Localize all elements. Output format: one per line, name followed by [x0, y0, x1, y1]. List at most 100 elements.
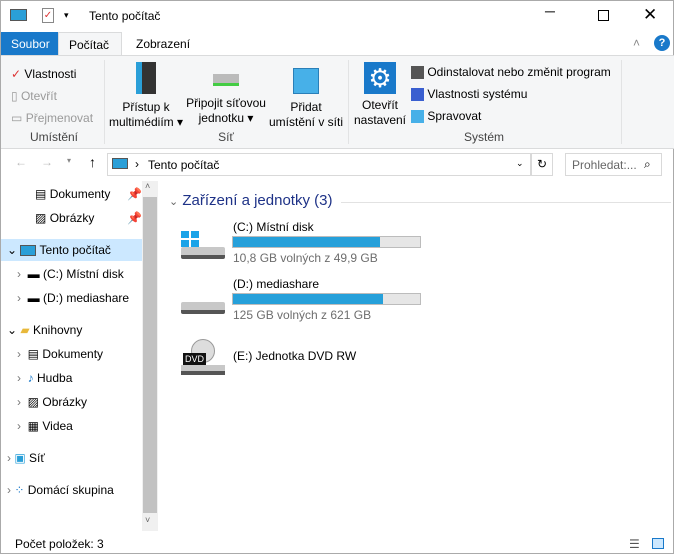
sidebar-item-music[interactable]: › ♪ Hudba	[17, 367, 72, 389]
open-settings-button[interactable]: ⚙ Otevřít nastavení	[353, 62, 407, 128]
search-icon: ⌕	[644, 157, 651, 171]
sidebar-label: (D:) mediashare	[43, 291, 130, 305]
music-icon: ♪	[27, 371, 34, 385]
details-view-button[interactable]: ☰	[629, 533, 640, 555]
tab-view[interactable]: Zobrazení	[126, 32, 200, 56]
rename-button[interactable]: ▭ Přejmenovat	[11, 107, 93, 129]
large-icons-view-button[interactable]	[652, 538, 664, 549]
dvd-drive-icon	[181, 365, 225, 375]
properties-quick-icon[interactable]: ✓	[42, 8, 54, 23]
drive-item-d[interactable]: (D:) mediashare 125 GB volných z 621 GB	[179, 274, 429, 324]
open-icon: ▯	[11, 89, 18, 103]
minimize-button[interactable]: ─	[545, 3, 575, 19]
sidebar-item-c-drive[interactable]: › ▬ (C:) Místní disk	[17, 263, 124, 285]
close-button[interactable]: ✕	[643, 5, 657, 25]
group-network-label: Síť	[218, 130, 234, 144]
map-network-drive-button[interactable]: Připojit síťovou jednotku ▾	[184, 62, 268, 126]
forward-button[interactable]: →	[41, 155, 53, 169]
uninstall-label: Odinstalovat nebo změnit program	[427, 65, 611, 79]
maximize-button[interactable]	[598, 10, 609, 21]
system-properties-label: Vlastnosti systému	[427, 87, 528, 101]
collapse-chevron-icon: ›	[17, 395, 21, 409]
sidebar-label: Obrázky	[49, 211, 95, 225]
sidebar-item-videos[interactable]: › ▦ Videa	[17, 415, 73, 437]
collapse-ribbon-icon[interactable]: ˄	[633, 36, 640, 50]
address-dropdown-icon[interactable]: ⌄	[516, 158, 524, 169]
scroll-down-icon[interactable]: ˅	[145, 515, 150, 525]
computer-icon	[10, 9, 27, 21]
scroll-up-icon[interactable]: ˄	[145, 181, 150, 191]
sidebar-item-lib-pictures[interactable]: › ▨ Obrázky	[17, 391, 87, 413]
sidebar-label: Hudba	[37, 371, 73, 385]
system-properties-button[interactable]: Vlastnosti systému	[411, 83, 611, 105]
sidebar-label: Dokumenty	[49, 187, 111, 201]
sidebar-item-this-pc[interactable]: ⌄ Tento počítač	[1, 239, 142, 261]
sidebar-item-network[interactable]: › ▣ Síť	[7, 447, 45, 469]
drive-free-space: 125 GB volných z 621 GB	[233, 308, 372, 322]
status-bar: Počet položek: 3 ☰	[1, 533, 674, 555]
manage-icon	[411, 110, 424, 124]
manage-button[interactable]: Spravovat	[411, 105, 611, 127]
breadcrumb-location[interactable]: Tento počítač	[148, 158, 219, 172]
collapse-chevron-icon: ›	[17, 371, 21, 385]
sidebar-label: Síť	[29, 451, 45, 465]
collapse-chevron-icon: ›	[17, 267, 21, 281]
computer-icon	[20, 245, 37, 257]
recent-locations-button[interactable]: ▾	[67, 156, 71, 165]
sidebar-item-homegroup[interactable]: › ⁘ Domácí skupina	[7, 479, 114, 501]
media-access-button[interactable]: Přístup k multimédiím ▾	[108, 62, 184, 130]
properties-icon: ✓	[11, 67, 22, 81]
breadcrumb-chevron-icon: ›	[135, 157, 139, 171]
expand-chevron-icon: ⌄	[7, 243, 18, 257]
quick-access-dropdown-icon[interactable]: ▾	[64, 10, 69, 21]
tab-file[interactable]: Soubor	[1, 32, 58, 56]
group-collapse-icon: ⌄	[169, 196, 179, 208]
computer-icon	[112, 158, 128, 169]
sidebar-item-d-drive[interactable]: › ▬ (D:) mediashare	[17, 287, 129, 309]
up-button[interactable]: ↑	[89, 154, 96, 170]
drive-item-e[interactable]: DVD (E:) Jednotka DVD RW	[179, 339, 429, 381]
back-button[interactable]: ←	[15, 155, 27, 169]
tab-computer[interactable]: Počítač	[58, 32, 122, 57]
group-header[interactable]: ⌄ Zařízení a jednotky (3)	[169, 192, 332, 209]
open-label: Otevřít	[20, 89, 57, 103]
drive-name: (C:) Místní disk	[233, 220, 314, 234]
sidebar-item-pictures-pinned[interactable]: ▨ Obrázky 📌	[35, 207, 142, 229]
manage-label: Spravovat	[427, 109, 482, 123]
scrollbar-thumb[interactable]	[143, 197, 157, 513]
ribbon: ✓ Vlastnosti ▯ Otevřít ▭ Přejmenovat Umí…	[1, 55, 674, 149]
properties-button[interactable]: ✓ Vlastnosti	[11, 63, 93, 85]
system-properties-icon	[411, 88, 424, 102]
sidebar-item-libraries[interactable]: ⌄ ▰ Knihovny	[7, 319, 82, 341]
pin-icon: 📌	[127, 187, 142, 201]
expand-chevron-icon: ⌄	[7, 323, 18, 337]
pictures-icon: ▨	[27, 395, 40, 409]
uninstall-program-button[interactable]: Odinstalovat nebo změnit program	[411, 61, 611, 83]
sidebar-item-lib-documents[interactable]: › ▤ Dokumenty	[17, 343, 103, 365]
drive-name: (E:) Jednotka DVD RW	[233, 349, 357, 363]
settings-label-2: nastavení	[353, 113, 407, 127]
documents-icon: ▤	[27, 347, 40, 361]
drive-free-space: 10,8 GB volných z 49,9 GB	[233, 251, 378, 265]
address-bar[interactable]: › Tento počítač ⌄	[107, 153, 531, 176]
sidebar-item-documents-pinned[interactable]: ▤ Dokumenty 📌	[35, 183, 142, 205]
hard-drive-icon	[181, 247, 225, 259]
search-input[interactable]: Prohledat:... ⌕	[565, 153, 662, 176]
sidebar-scrollbar[interactable]: ˄ ˅	[142, 181, 158, 531]
add-label-1: Přidat	[290, 100, 322, 114]
drive-usage-fill	[233, 294, 383, 304]
refresh-button[interactable]: ↻	[531, 153, 553, 176]
collapse-chevron-icon: ›	[17, 419, 21, 433]
add-network-location-button[interactable]: Přidat umístění v síti	[268, 62, 344, 130]
open-button[interactable]: ▯ Otevřít	[11, 85, 93, 107]
libraries-icon: ▰	[20, 323, 30, 337]
help-icon[interactable]: ?	[654, 35, 670, 51]
collapse-chevron-icon: ›	[7, 483, 11, 497]
sidebar-label: (C:) Místní disk	[43, 267, 124, 281]
windows-logo-icon	[181, 231, 199, 247]
drive-item-c[interactable]: (C:) Místní disk 10,8 GB volných z 49,9 …	[179, 217, 429, 267]
content-area: ⌄ Zařízení a jednotky (3) (C:) Místní di…	[161, 181, 671, 531]
drive-name: (D:) mediashare	[233, 277, 320, 291]
documents-icon: ▤	[35, 187, 47, 201]
window-title: Tento počítač	[89, 9, 161, 23]
